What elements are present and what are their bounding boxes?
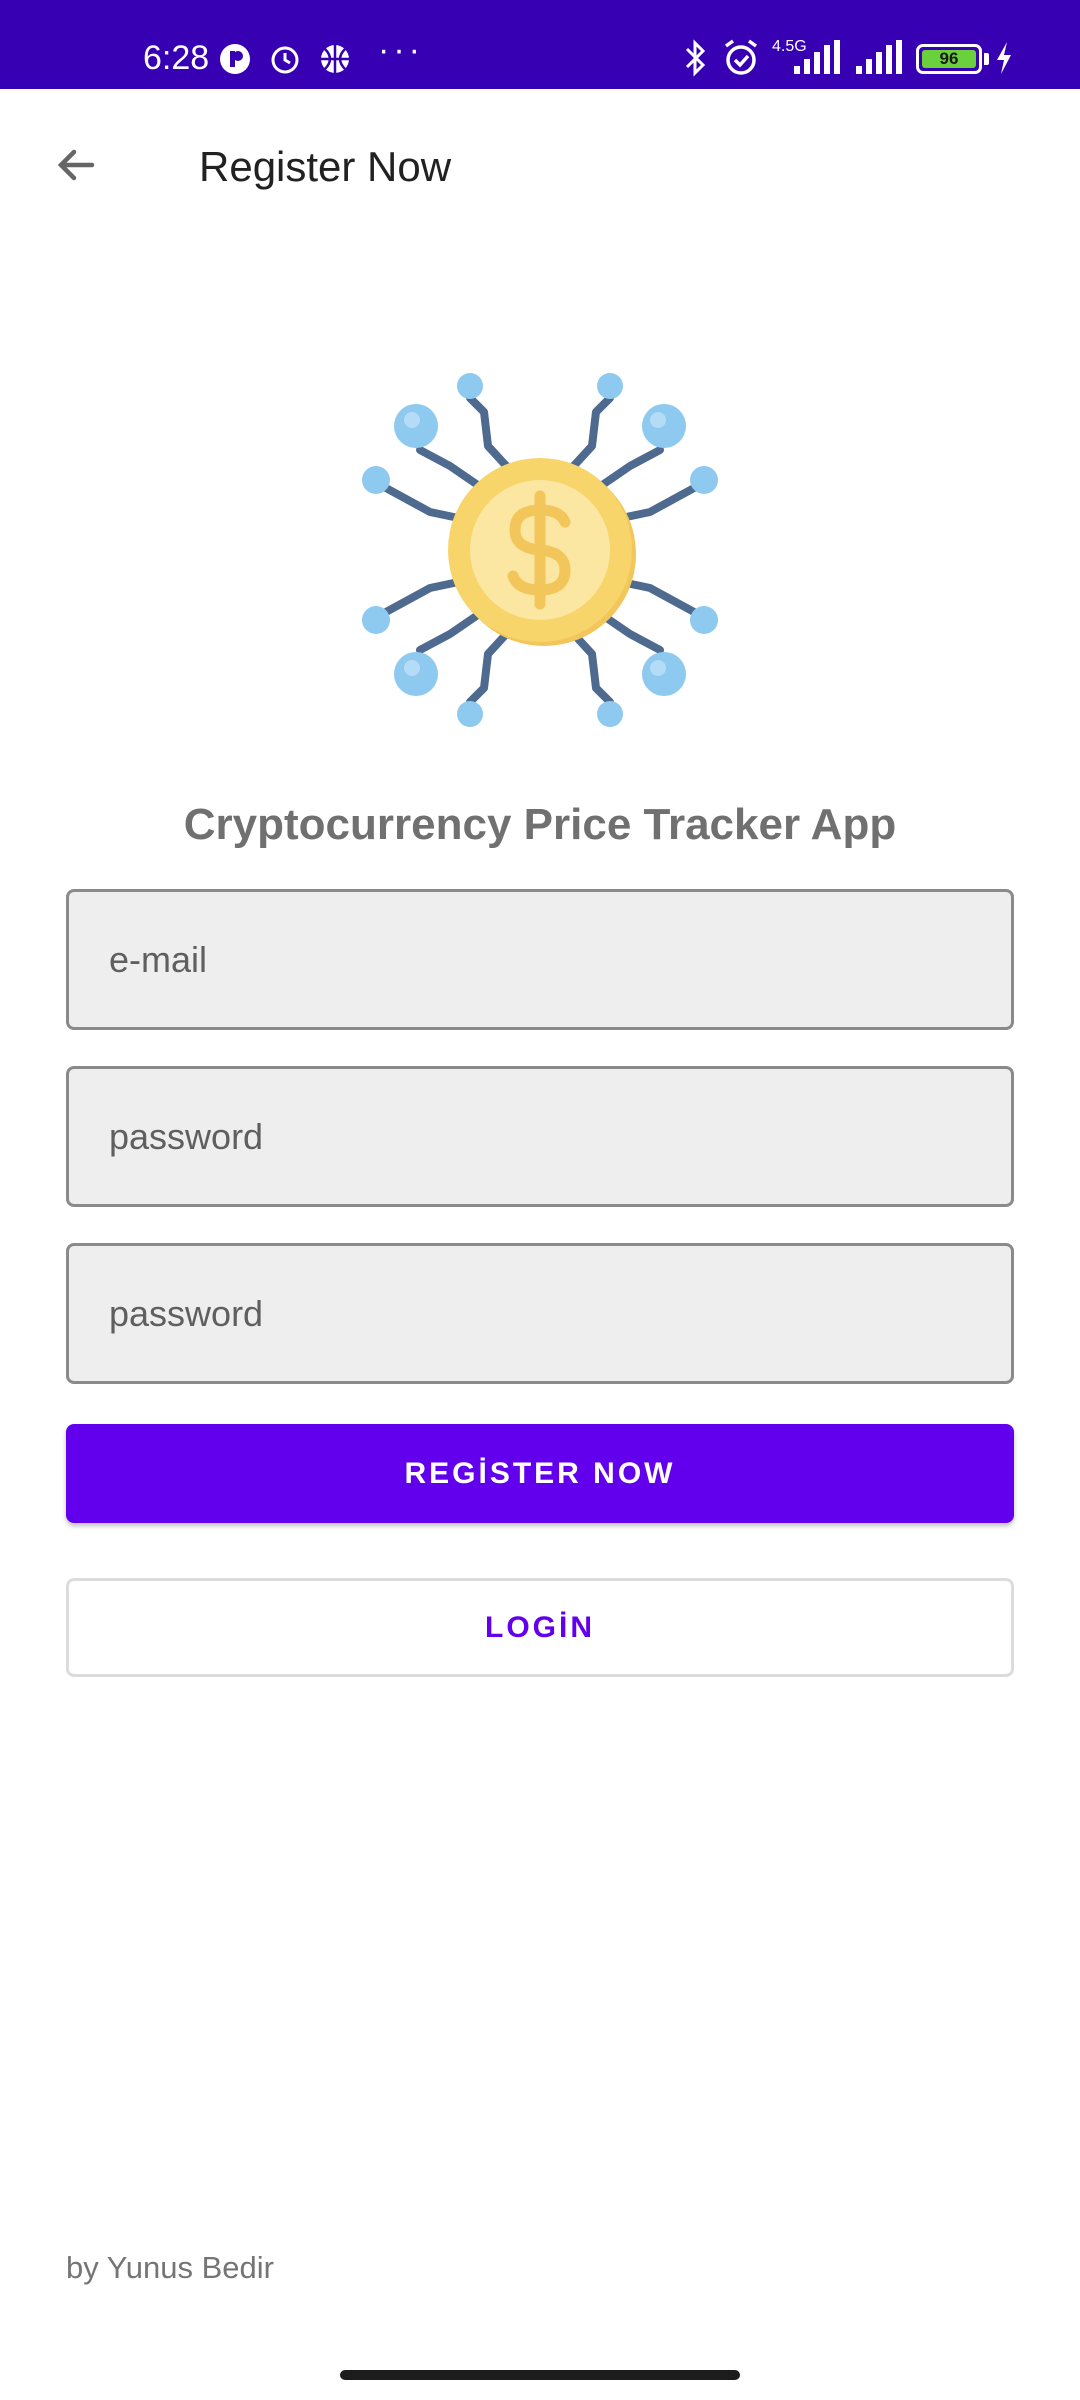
signal-icon: [794, 40, 840, 74]
notification-icon: [220, 44, 250, 74]
home-indicator[interactable]: [340, 2370, 740, 2380]
password-field[interactable]: [66, 1066, 1014, 1207]
alarm-icon: [271, 46, 299, 74]
app-headline: Cryptocurrency Price Tracker App: [183, 800, 897, 849]
arrow-back-icon: [57, 149, 95, 181]
battery-cap: [984, 53, 989, 65]
battery-level: 96: [922, 50, 976, 68]
confirm-password-field[interactable]: [66, 1243, 1014, 1384]
register-button[interactable]: REGİSTER NOW: [66, 1424, 1014, 1523]
back-button[interactable]: [40, 129, 112, 201]
more-notifications-icon: ···: [378, 31, 424, 69]
bluetooth-icon: [685, 39, 706, 77]
alarm-icon: [724, 39, 758, 75]
status-bar: 6:28 ··· 4.5G 96: [0, 0, 1080, 89]
author-credit: by Yunus Bedir: [66, 2250, 274, 2285]
signal-icon: [856, 40, 902, 74]
status-time: 6:28: [143, 39, 210, 77]
basketball-icon: [321, 45, 349, 73]
app-bar: Register Now: [0, 89, 1080, 245]
login-button[interactable]: LOGİN: [66, 1578, 1014, 1677]
crypto-coin-icon: [362, 373, 718, 727]
email-field[interactable]: [66, 889, 1014, 1030]
charging-icon: [997, 42, 1011, 74]
page-title: Register Now: [199, 143, 452, 190]
battery-icon: 96: [916, 44, 982, 74]
